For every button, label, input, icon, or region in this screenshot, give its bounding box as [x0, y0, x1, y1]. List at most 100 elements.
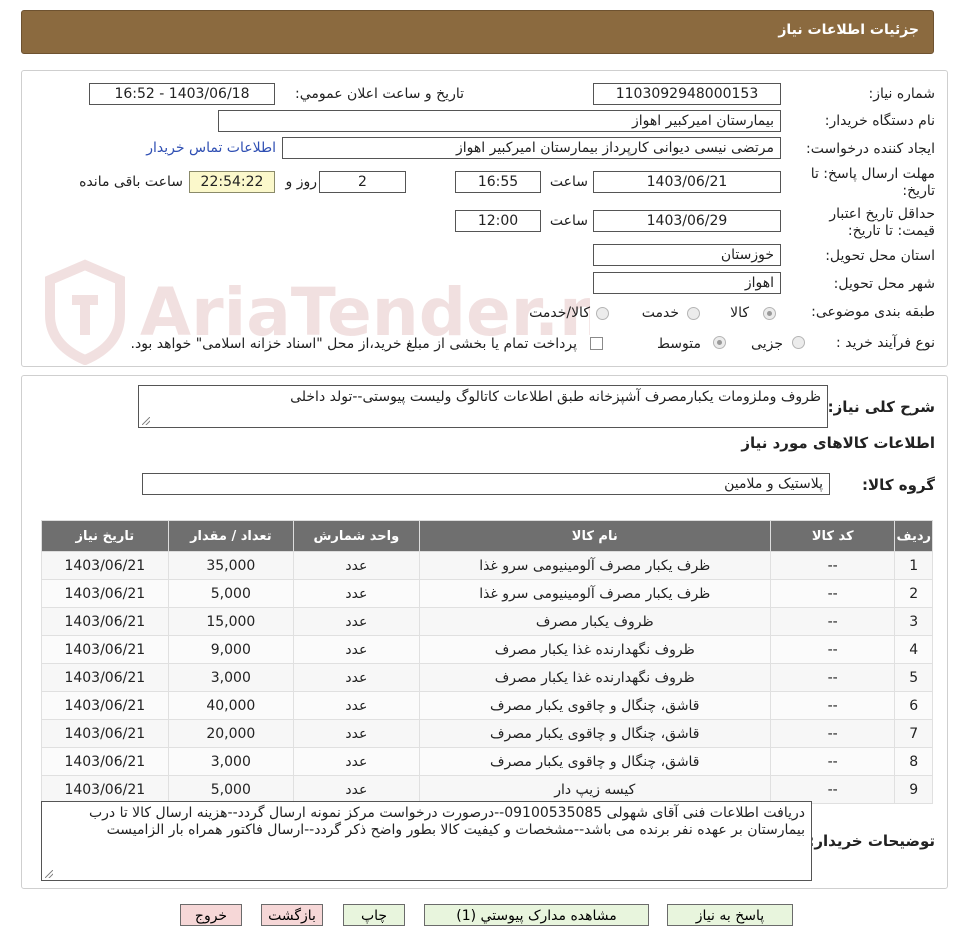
page-title: جزئیات اطلاعات نیاز — [778, 22, 919, 38]
buyer-contact-link[interactable]: اطلاعات تماس خریدار — [146, 140, 276, 156]
cell-qty: 9,000 — [167, 635, 295, 664]
need-number-label: شماره نیاز: — [868, 86, 936, 102]
col-row: ردیف — [894, 520, 933, 552]
deadline-date-field: 1403/06/21 — [593, 171, 781, 193]
price-validity-time-label: ساعت — [549, 213, 588, 229]
cell-date: 1403/06/21 — [41, 775, 169, 804]
city-field: اهواز — [593, 272, 781, 294]
category-radio-goods-service[interactable] — [596, 307, 609, 320]
cell-qty: 20,000 — [167, 719, 295, 748]
back-button[interactable]: بازگشت — [261, 904, 323, 926]
deadline-label: مهلت ارسال پاسخ: تا — [810, 166, 935, 182]
process-radio-medium[interactable] — [713, 336, 726, 349]
cell-row: 5 — [894, 663, 933, 692]
process-option-medium: متوسط — [657, 336, 701, 352]
cell-qty: 3,000 — [167, 747, 295, 776]
table-row: 4 -- ظروف نگهدارنده غذا یکبار مصرف عدد 9… — [41, 635, 933, 664]
cell-name: قاشق، چنگال و چاقوی یکبار مصرف — [418, 691, 771, 720]
cell-name: ظروف یکبار مصرف — [418, 607, 771, 636]
province-label: استان محل تحویل: — [825, 248, 935, 264]
cell-unit: عدد — [293, 719, 420, 748]
deadline-time-field: 16:55 — [455, 171, 541, 193]
summary-label: شرح کلی نیاز: — [827, 398, 935, 416]
cell-name: ظرف یکبار مصرف آلومینیومی سرو غذا — [418, 551, 771, 580]
resize-grip-icon[interactable] — [45, 870, 53, 878]
price-validity-time-field: 12:00 — [455, 210, 541, 232]
category-radio-service[interactable] — [687, 307, 700, 320]
cell-qty: 40,000 — [167, 691, 295, 720]
reply-button[interactable]: پاسخ به نیاز — [667, 904, 793, 926]
cell-unit: عدد — [293, 747, 420, 776]
table-row: 7 -- قاشق، چنگال و چاقوی یکبار مصرف عدد … — [41, 719, 933, 748]
cell-name: ظرف یکبار مصرف آلومینیومی سرو غذا — [418, 579, 771, 608]
page-header: جزئیات اطلاعات نیاز — [21, 10, 934, 54]
price-validity-label: حداقل تاریخ اعتبار — [829, 206, 935, 222]
buyer-notes-label: توضیحات خریدار: — [808, 832, 935, 850]
process-label: نوع فرآیند خرید : — [836, 335, 935, 351]
time-remaining-label: ساعت باقی مانده — [79, 174, 183, 190]
cell-qty: 5,000 — [167, 579, 295, 608]
cell-row: 6 — [894, 691, 933, 720]
cell-name: ظروف نگهدارنده غذا یکبار مصرف — [418, 663, 771, 692]
buyer-notes-field: دریافت اطلاعات فنی آقای شهولی 0910053508… — [41, 801, 812, 881]
cell-row: 4 — [894, 635, 933, 664]
items-table-header: ردیف کد کالا نام کالا واحد شمارش تعداد /… — [41, 520, 933, 552]
resize-grip-icon[interactable] — [142, 417, 150, 425]
cell-name: قاشق، چنگال و چاقوی یکبار مصرف — [418, 719, 771, 748]
cell-row: 7 — [894, 719, 933, 748]
cell-unit: عدد — [293, 775, 420, 804]
requester-field: مرتضی نیسی دیوانی کارپرداز بیمارستان امی… — [282, 137, 781, 159]
cell-row: 8 — [894, 747, 933, 776]
cell-code: -- — [769, 607, 896, 636]
goods-group-field: پلاستیک و ملامین — [142, 473, 830, 495]
table-row: 1 -- ظرف یکبار مصرف آلومینیومی سرو غذا ع… — [41, 551, 933, 580]
cell-name: قاشق، چنگال و چاقوی یکبار مصرف — [418, 747, 771, 776]
cell-unit: عدد — [293, 607, 420, 636]
process-radio-minor[interactable] — [792, 336, 805, 349]
cell-code: -- — [769, 663, 896, 692]
cell-unit: عدد — [293, 663, 420, 692]
cell-date: 1403/06/21 — [41, 719, 169, 748]
price-validity-date-field: 1403/06/29 — [593, 210, 781, 232]
items-table: ردیف کد کالا نام کالا واحد شمارش تعداد /… — [41, 520, 933, 804]
cell-code: -- — [769, 691, 896, 720]
col-name: نام کالا — [418, 520, 771, 552]
cell-date: 1403/06/21 — [41, 579, 169, 608]
days-remaining-field: 2 — [319, 171, 406, 193]
cell-code: -- — [769, 719, 896, 748]
col-code: کد کالا — [769, 520, 896, 552]
col-unit: واحد شمارش — [293, 520, 420, 552]
treasury-payment-checkbox[interactable] — [590, 337, 603, 350]
province-field: خوزستان — [593, 244, 781, 266]
exit-button[interactable]: خروج — [180, 904, 242, 926]
cell-code: -- — [769, 551, 896, 580]
col-qty: تعداد / مقدار — [167, 520, 295, 552]
items-section-title: اطلاعات کالاهای مورد نیاز — [741, 434, 935, 452]
cell-date: 1403/06/21 — [41, 747, 169, 776]
view-attachments-button[interactable]: مشاهده مدارک پیوستي (1) — [424, 904, 649, 926]
cell-code: -- — [769, 747, 896, 776]
category-radio-goods[interactable] — [763, 307, 776, 320]
buyer-org-field: بیمارستان امیرکبیر اهواز — [218, 110, 781, 132]
cell-name: ظروف نگهدارنده غذا یکبار مصرف — [418, 635, 771, 664]
category-option-goods-service: کالا/خدمت — [529, 305, 590, 321]
goods-group-label: گروه کالا: — [862, 476, 935, 494]
days-label: روز و — [285, 174, 318, 190]
print-button[interactable]: چاپ — [343, 904, 405, 926]
cell-date: 1403/06/21 — [41, 691, 169, 720]
cell-code: -- — [769, 579, 896, 608]
table-row: 6 -- قاشق، چنگال و چاقوی یکبار مصرف عدد … — [41, 691, 933, 720]
col-date: تاریخ نیاز — [41, 520, 169, 552]
cell-name: کیسه زیپ دار — [418, 775, 771, 804]
cell-unit: عدد — [293, 635, 420, 664]
summary-text: ظروف وملزومات یکبارمصرف آشپزخانه طبق اطل… — [290, 389, 821, 405]
cell-date: 1403/06/21 — [41, 551, 169, 580]
cell-unit: عدد — [293, 551, 420, 580]
price-validity-label-line2: قیمت: تا تاریخ: — [847, 223, 935, 239]
cell-qty: 35,000 — [167, 551, 295, 580]
cell-code: -- — [769, 635, 896, 664]
cell-code: -- — [769, 775, 896, 804]
category-option-service: خدمت — [641, 305, 679, 321]
table-row: 2 -- ظرف یکبار مصرف آلومینیومی سرو غذا ع… — [41, 579, 933, 608]
deadline-label-line2: تاریخ: — [902, 183, 935, 199]
